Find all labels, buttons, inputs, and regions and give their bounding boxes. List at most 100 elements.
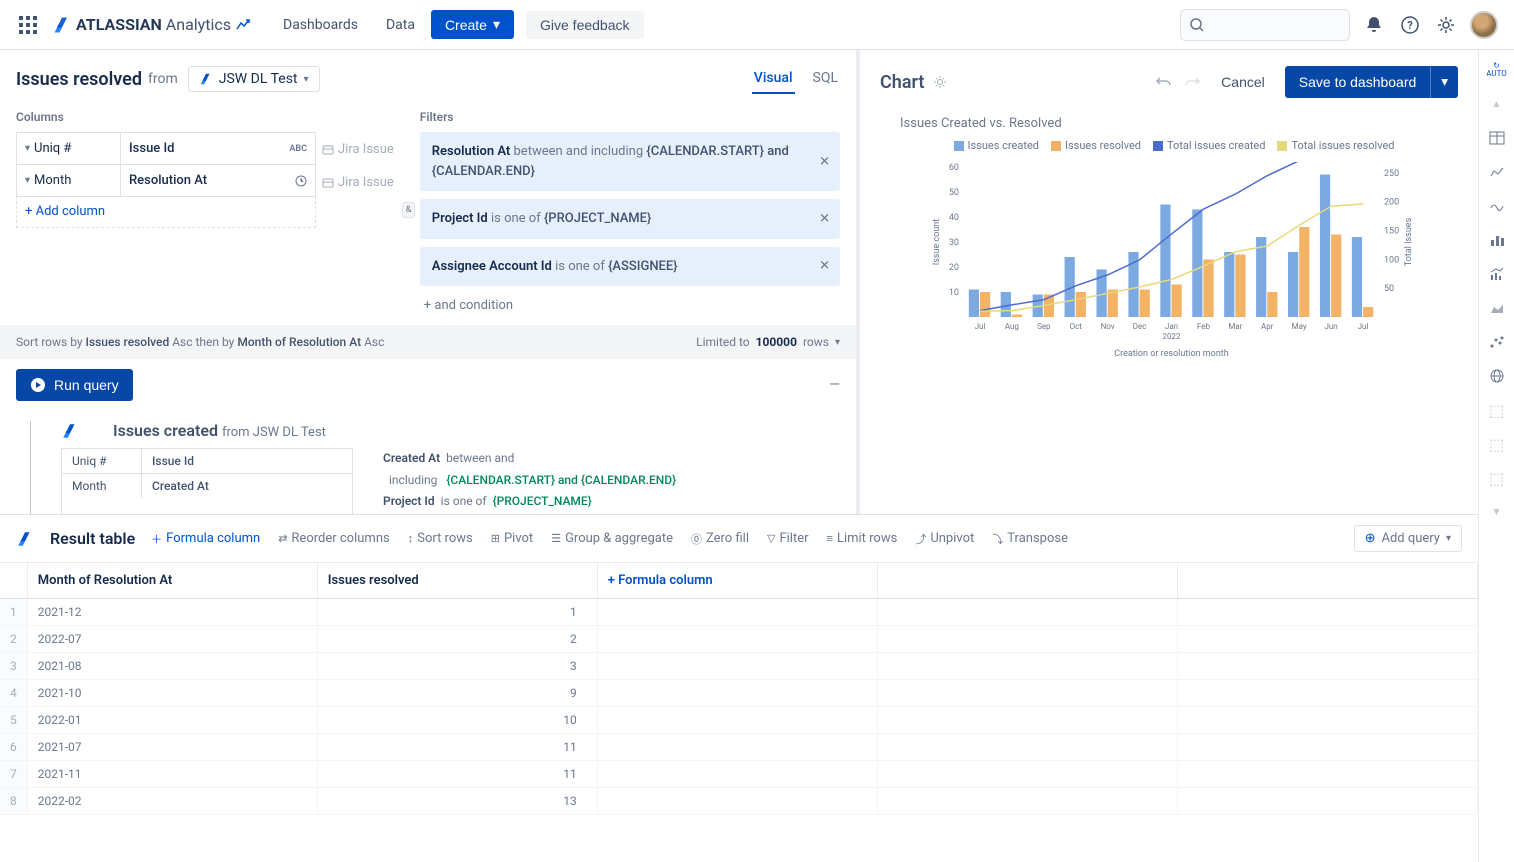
legend-item[interactable]: Total issues created (1153, 139, 1265, 152)
redo-icon[interactable] (1183, 73, 1201, 91)
svg-text:20: 20 (949, 263, 959, 273)
toolbar-transpose[interactable]: ⤵Transpose (992, 531, 1068, 547)
rail-sparkline-icon[interactable] (1485, 194, 1509, 218)
tab-visual[interactable]: Visual (752, 64, 795, 94)
query2-title[interactable]: Issues created from JSW DL Test (113, 421, 326, 440)
table-row[interactable]: 32021-083 (0, 653, 1478, 680)
table-row[interactable]: 52022-0110 (0, 707, 1478, 734)
undo-icon[interactable] (1155, 73, 1173, 91)
rail-table-icon[interactable] (1485, 126, 1509, 150)
gear-icon[interactable] (932, 74, 948, 90)
rail-scatter-icon[interactable] (1485, 330, 1509, 354)
filter-pill[interactable]: Assignee Account Id is one of {ASSIGNEE}… (420, 247, 840, 287)
svg-text:50: 50 (949, 188, 959, 198)
rail-misc-icon[interactable]: ⬚ (1485, 466, 1509, 490)
toolbar-limit-rows[interactable]: ≡Limit rows (827, 531, 898, 547)
svg-text:Mar: Mar (1228, 322, 1242, 331)
chevron-down-icon[interactable]: ▾ (835, 337, 840, 348)
remove-filter-icon[interactable]: ✕ (819, 257, 830, 277)
search-input[interactable] (1180, 9, 1350, 41)
header-formula-column[interactable]: + Formula column (597, 563, 877, 599)
columns-label: Columns (16, 110, 316, 124)
remove-filter-icon[interactable]: ✕ (819, 209, 830, 229)
svg-text:Jan: Jan (1165, 322, 1178, 331)
play-icon (30, 377, 46, 393)
rail-combo-chart-icon[interactable] (1485, 262, 1509, 286)
remove-filter-icon[interactable]: ✕ (819, 152, 830, 172)
legend-item[interactable]: Issues created (954, 139, 1039, 152)
filter-pill[interactable]: Resolution At between and including {CAL… (420, 132, 840, 191)
rail-chevron-down-icon[interactable]: ▼ (1485, 500, 1509, 524)
column-row[interactable]: ▾MonthResolution At (16, 164, 316, 197)
table-row[interactable]: 42021-109 (0, 680, 1478, 707)
toolbar-pivot[interactable]: ⊞Pivot (491, 531, 533, 547)
rail-bar-chart-icon[interactable] (1485, 228, 1509, 252)
cancel-button[interactable]: Cancel (1211, 68, 1275, 96)
help-icon[interactable]: ? (1398, 13, 1422, 37)
logo[interactable]: ATLASSIAN Analytics (52, 15, 251, 35)
filter-pill[interactable]: Project Id is one of {PROJECT_NAME}✕ (420, 199, 840, 239)
toolbar-zero-fill[interactable]: ⓪Zero fill (691, 531, 749, 547)
header-month[interactable]: Month of Resolution At (27, 563, 317, 599)
svg-text:Aug: Aug (1005, 322, 1019, 331)
rail-line-chart-icon[interactable] (1485, 160, 1509, 184)
table-row[interactable]: 72021-1111 (0, 761, 1478, 788)
atlassian-icon (16, 530, 34, 548)
toolbar-sort-rows[interactable]: ↕Sort rows (408, 531, 473, 547)
svg-text:100: 100 (1384, 255, 1399, 265)
toolbar-group-aggregate[interactable]: ☰Group & aggregate (551, 531, 673, 547)
svg-text:50: 50 (1384, 284, 1394, 294)
svg-text:10: 10 (949, 288, 959, 298)
add-column-button[interactable]: + Add column (16, 196, 316, 228)
svg-text:Apr: Apr (1261, 322, 1274, 331)
rail-auto[interactable]: ↻AUTO (1485, 58, 1509, 82)
chevron-down-icon: ▾ (493, 16, 500, 33)
notifications-icon[interactable] (1362, 13, 1386, 37)
table-row[interactable]: 82022-0213 (0, 788, 1478, 815)
svg-text:?: ? (1407, 19, 1413, 32)
toolbar-unpivot[interactable]: ⤴Unpivot (915, 531, 974, 547)
legend-item[interactable]: Total issues resolved (1277, 139, 1394, 152)
toolbar-reorder-columns[interactable]: ⇄Reorder columns (278, 531, 390, 547)
rail-chevron-up-icon[interactable]: ▲ (1485, 92, 1509, 116)
table-row[interactable]: 22022-072 (0, 626, 1478, 653)
rail-kpi-icon[interactable]: ⬚ (1485, 432, 1509, 456)
collapse-icon[interactable]: — (829, 377, 840, 393)
sort-bar[interactable]: Sort rows by Issues resolved Asc then by… (0, 325, 856, 359)
rail-card-icon[interactable]: ⬚ (1485, 398, 1509, 422)
toolbar-filter[interactable]: ▽Filter (767, 531, 809, 547)
save-to-dashboard-button[interactable]: Save to dashboard (1285, 66, 1431, 98)
chart-plot[interactable]: 10203040506050100150200250JulAugSepOctNo… (890, 162, 1458, 494)
toolbar-formula-column[interactable]: ＋Formula column (151, 531, 260, 547)
svg-text:40: 40 (949, 213, 959, 223)
run-query-button[interactable]: Run query (16, 369, 133, 401)
atlassian-icon (199, 72, 213, 86)
nav-dashboards[interactable]: Dashboards (271, 11, 370, 39)
svg-text:Feb: Feb (1197, 322, 1211, 331)
add-condition-button[interactable]: + and condition (420, 294, 840, 317)
svg-text:Issue count: Issue count (932, 219, 942, 265)
tab-sql[interactable]: SQL (811, 64, 840, 94)
svg-text:Sep: Sep (1037, 322, 1051, 331)
jira-issue-tag: Jira Issue (316, 136, 400, 163)
user-avatar[interactable] (1470, 11, 1498, 39)
legend-item[interactable]: Issues resolved (1051, 139, 1141, 152)
data-source-selector[interactable]: JSW DL Test ▾ (188, 66, 320, 92)
chart-title: Chart (880, 72, 924, 93)
feedback-button[interactable]: Give feedback (526, 11, 644, 39)
add-query-button[interactable]: ⊕Add query▾ (1354, 525, 1462, 552)
rail-area-chart-icon[interactable] (1485, 296, 1509, 320)
svg-text:Nov: Nov (1101, 322, 1115, 331)
table-row[interactable]: 62021-0711 (0, 734, 1478, 761)
table-row[interactable]: 12021-121 (0, 599, 1478, 626)
nav-data[interactable]: Data (374, 11, 427, 39)
app-switcher-icon[interactable] (16, 13, 40, 37)
create-button[interactable]: Create▾ (431, 10, 514, 39)
svg-text:May: May (1292, 322, 1307, 331)
rail-globe-icon[interactable] (1485, 364, 1509, 388)
column-row[interactable]: ▾Uniq #Issue IdABC (16, 132, 316, 165)
settings-icon[interactable] (1434, 13, 1458, 37)
header-resolved[interactable]: Issues resolved (317, 563, 597, 599)
save-dropdown-button[interactable]: ▾ (1430, 66, 1458, 98)
search-icon (1189, 17, 1205, 33)
